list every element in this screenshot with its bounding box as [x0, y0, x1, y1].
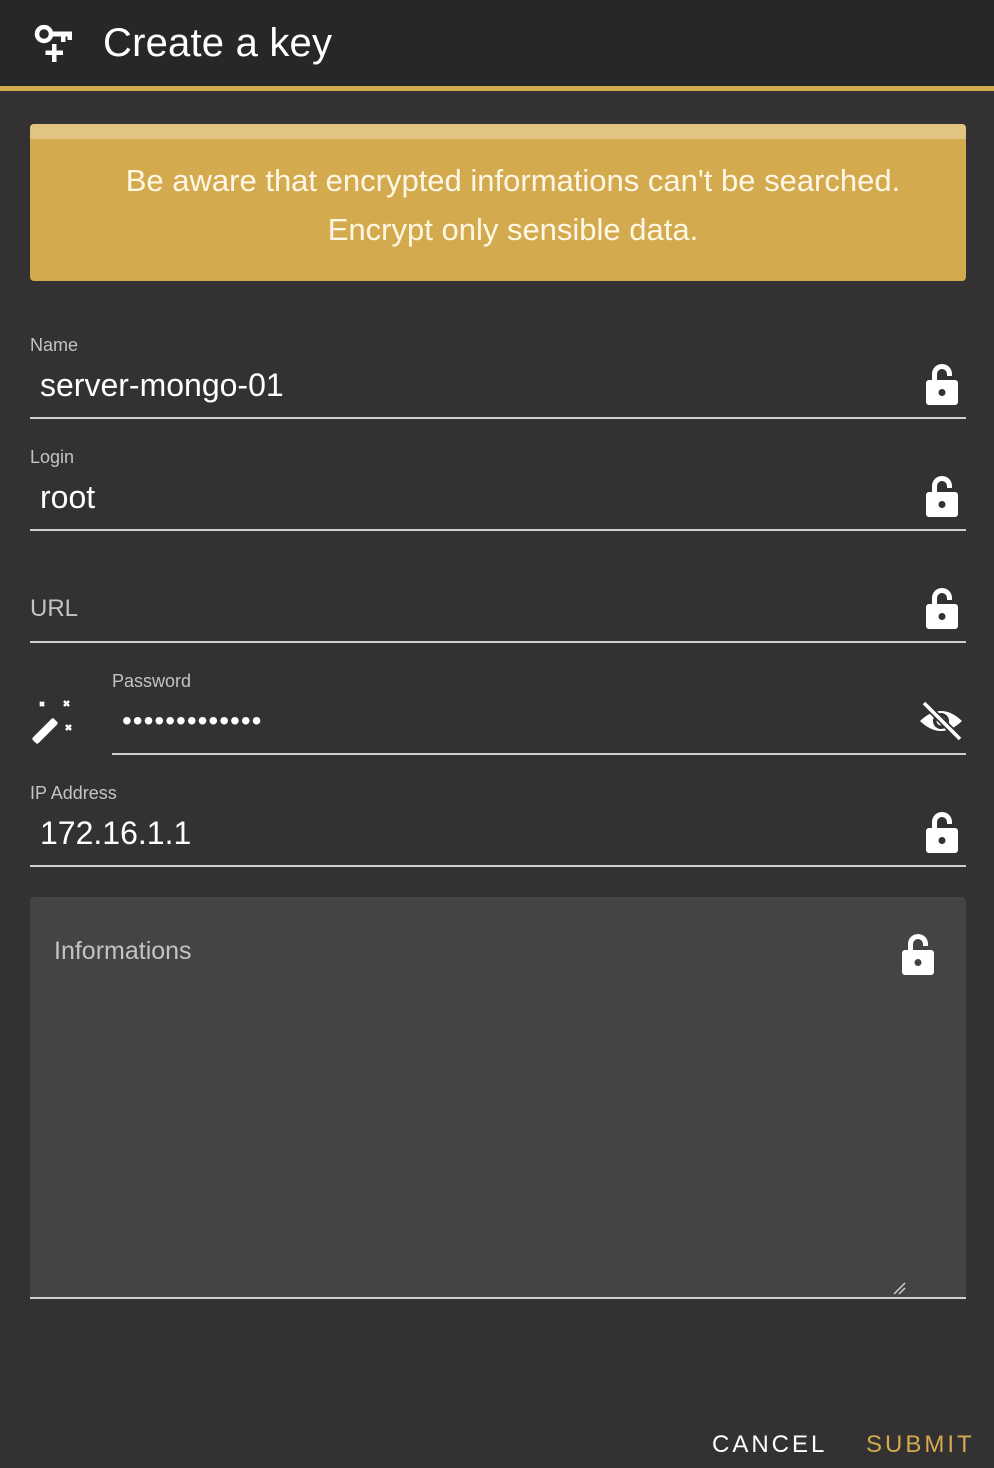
name-field[interactable]: Name server-mongo-01 [30, 307, 966, 419]
name-label: Name [30, 335, 79, 355]
informations-placeholder: Informations [54, 937, 192, 965]
lock-open-icon[interactable] [924, 587, 960, 631]
encryption-warning-alert: Be aware that encrypted informations can… [30, 124, 966, 281]
url-input[interactable]: URL [30, 594, 78, 624]
magic-wand-icon[interactable] [30, 698, 78, 746]
ip-address-input[interactable]: 172.16.1.1 [40, 813, 191, 853]
key-plus-icon [34, 25, 72, 62]
password-field[interactable]: Password ••••••••••••• [112, 643, 966, 755]
lock-open-icon[interactable] [900, 933, 936, 977]
login-label: Login [30, 447, 75, 467]
ip-address-label: IP Address [30, 783, 117, 803]
informations-underline [30, 1297, 966, 1299]
cancel-button[interactable]: CANCEL [712, 1428, 827, 1462]
login-field[interactable]: Login root [30, 419, 966, 531]
password-input[interactable]: ••••••••••••• [122, 701, 262, 741]
alert-line-2: Encrypt only sensible data. [327, 212, 699, 247]
lock-open-icon[interactable] [924, 363, 960, 407]
eye-off-icon[interactable] [918, 699, 964, 743]
login-input[interactable]: root [40, 477, 95, 517]
alert-line-1: Be aware that encrypted informations can… [125, 163, 901, 198]
alert-stripe [30, 124, 966, 139]
url-field[interactable]: URL [30, 531, 966, 643]
name-input[interactable]: server-mongo-01 [40, 365, 284, 405]
dialog-title: Create a key [103, 21, 333, 65]
ip-address-field[interactable]: IP Address 172.16.1.1 [30, 755, 966, 867]
lock-open-icon[interactable] [924, 475, 960, 519]
password-label: Password [112, 671, 192, 691]
submit-button[interactable]: SUBMIT [866, 1428, 975, 1462]
dialog-header: Create a key [0, 0, 994, 91]
informations-textarea[interactable]: Informations [30, 897, 966, 1299]
ip-address-underline [30, 865, 966, 867]
lock-open-icon[interactable] [924, 811, 960, 855]
resize-handle-icon[interactable] [892, 1281, 906, 1295]
alert-text: Be aware that encrypted informations can… [60, 156, 966, 254]
